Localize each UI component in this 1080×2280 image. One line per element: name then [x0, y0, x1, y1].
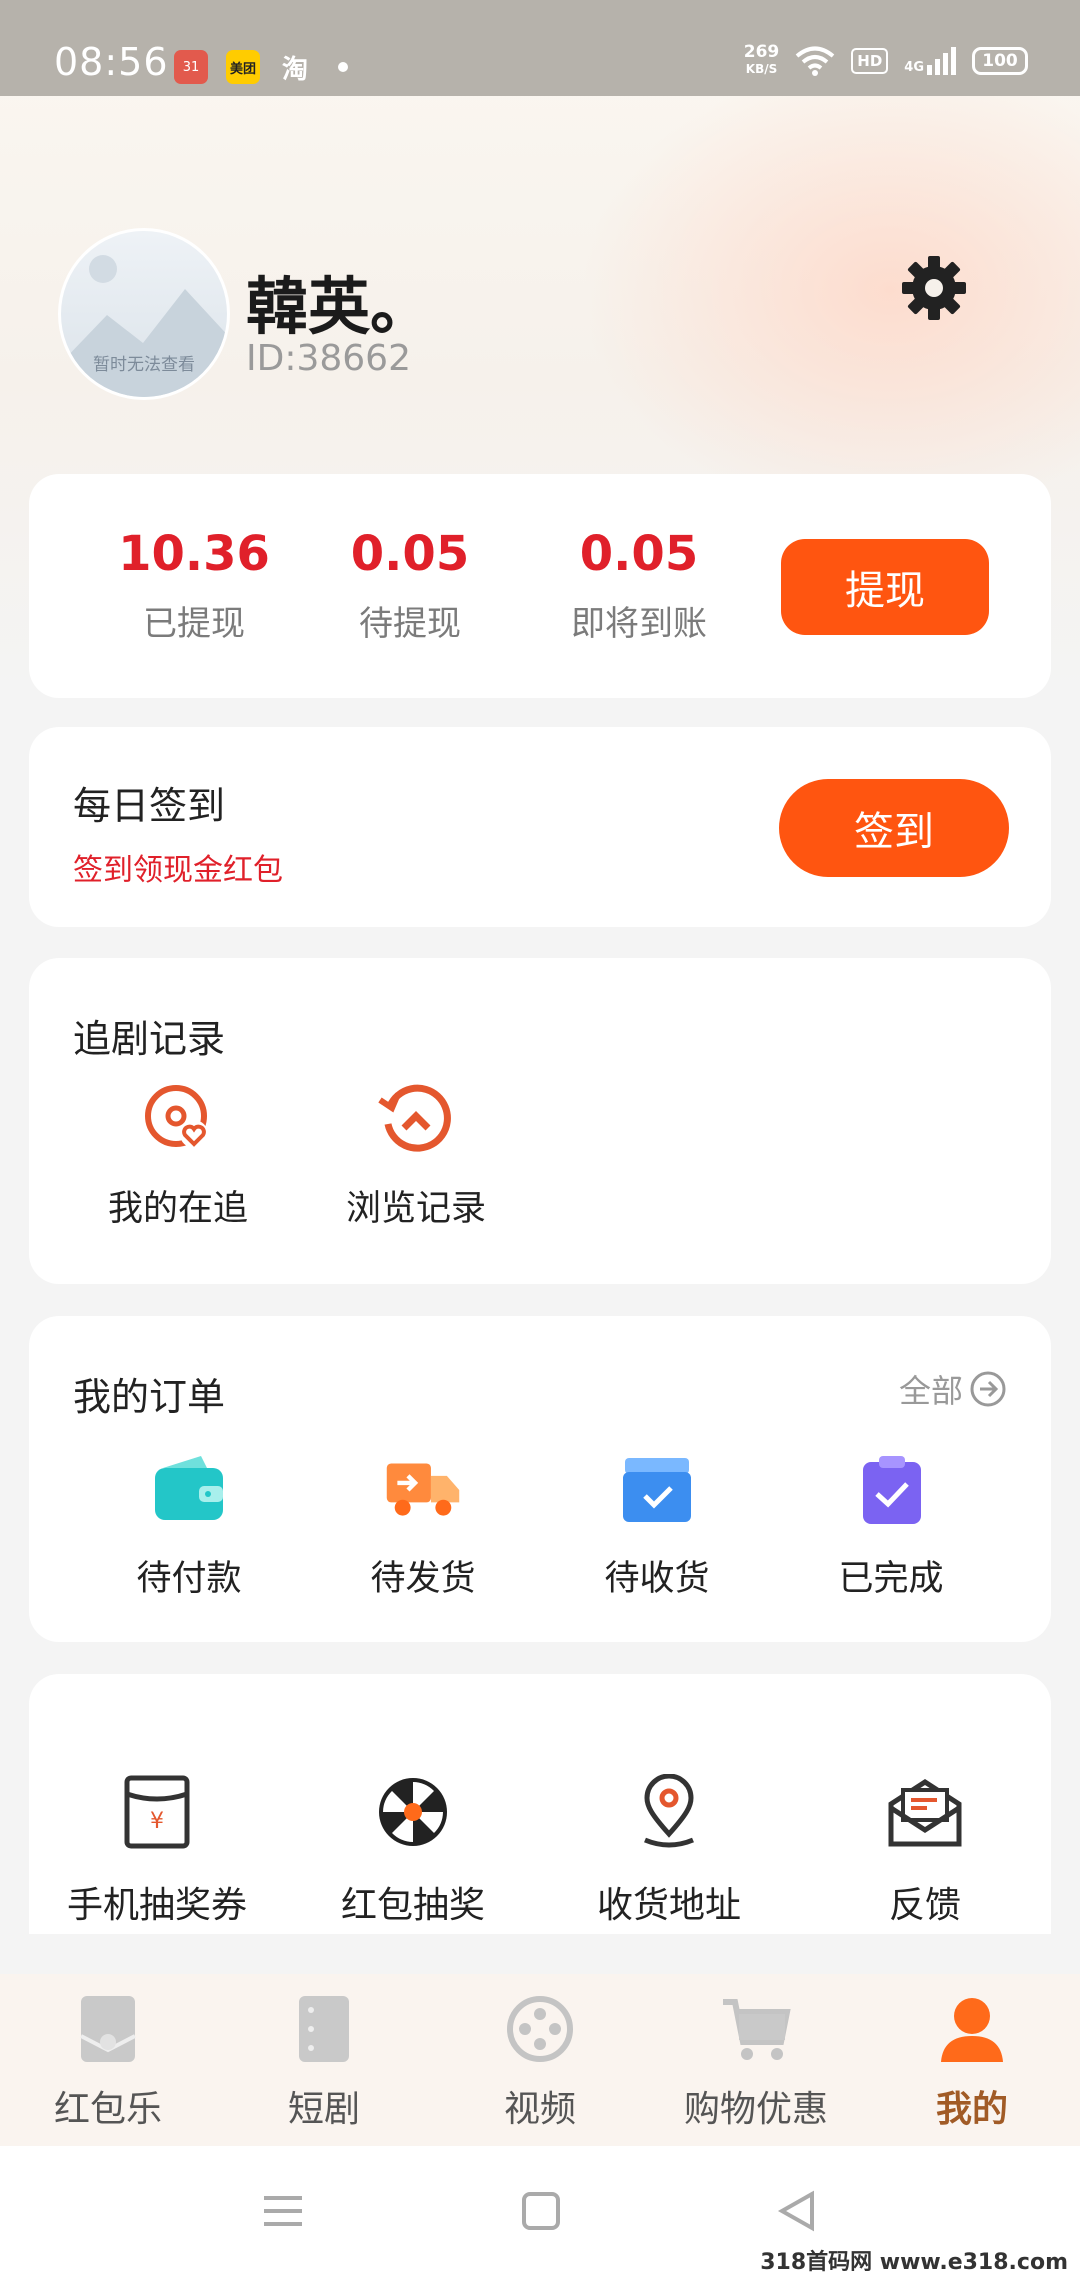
- nav-label: 红包乐: [53, 2089, 162, 2130]
- order-unpaid[interactable]: 待付款: [99, 1454, 279, 1601]
- stat-pending[interactable]: 0.05 待提现: [295, 526, 525, 645]
- stat-value: 10.36: [118, 526, 270, 582]
- stat-value: 0.05: [350, 526, 470, 582]
- meituan-icon: 美团: [226, 50, 260, 84]
- wallet-icon: [155, 1456, 223, 1520]
- nav-item-drama[interactable]: 短剧: [216, 1974, 432, 2146]
- withdraw-button[interactable]: 提现: [781, 539, 989, 635]
- signal-icon: 4G: [904, 47, 956, 75]
- stat-label: 已提现: [143, 604, 245, 644]
- signin-title: 每日签到: [73, 784, 226, 828]
- tools-card: ¥ 手机抽奖券 红包抽奖 收货地址 反馈: [29, 1674, 1051, 1934]
- history-label: 浏览记录: [345, 1189, 486, 1229]
- tool-feedback[interactable]: 反馈: [797, 1774, 1053, 1928]
- clipboard-check-icon: [863, 1456, 921, 1524]
- stat-label: 待提现: [359, 604, 461, 644]
- following-label: 我的在追: [107, 1189, 248, 1229]
- order-label: 待发货: [370, 1559, 476, 1599]
- location-icon: [644, 1773, 694, 1848]
- svg-text:¥: ¥: [150, 1809, 164, 1834]
- hd-icon: HD: [851, 48, 889, 74]
- net-speed: 269 KB/S: [743, 42, 780, 77]
- following-item[interactable]: 我的在追: [73, 1078, 283, 1231]
- history-item[interactable]: 浏览记录: [311, 1078, 521, 1231]
- avatar[interactable]: 暂时无法查看: [58, 228, 230, 400]
- truck-icon: [386, 1463, 460, 1516]
- gear-icon[interactable]: [898, 252, 970, 324]
- status-bar: 08:56 31 美团 淘 269 KB/S HD 4G 100: [0, 0, 1080, 96]
- bottom-nav: 红包乐 短剧 视频 购物优惠 我的: [0, 1974, 1080, 2146]
- nav-item-shopping[interactable]: 购物优惠: [648, 1974, 864, 2146]
- watermark: 318首码网 www.e318.com: [760, 2250, 1068, 2275]
- order-to-ship[interactable]: 待发货: [333, 1454, 513, 1601]
- battery-icon: 100: [972, 47, 1028, 75]
- orders-card: 我的订单 全部 待付款 待发货 待收货 已完成: [29, 1316, 1051, 1642]
- tool-lottery-ticket[interactable]: ¥ 手机抽奖券: [29, 1774, 285, 1928]
- nav-label: 视频: [503, 2089, 576, 2130]
- stat-value: 0.05: [579, 526, 699, 582]
- envelope-icon: [80, 1996, 136, 2062]
- video-icon: [507, 1996, 573, 2062]
- tool-label: 手机抽奖券: [66, 1885, 247, 1926]
- back-icon[interactable]: [772, 2186, 822, 2236]
- stat-label: 即将到账: [571, 604, 707, 644]
- signin-subtitle: 签到领现金红包: [73, 853, 283, 888]
- order-label: 待付款: [136, 1559, 242, 1599]
- ticket-icon: ¥: [124, 1775, 190, 1849]
- drama-record-card: 追剧记录 我的在追 浏览记录: [29, 958, 1051, 1284]
- menu-icon[interactable]: [258, 2186, 308, 2236]
- status-time: 08:56: [54, 40, 169, 84]
- arrow-right-circle-icon: [970, 1371, 1006, 1407]
- box-icon: [623, 1458, 691, 1522]
- tool-label: 红包抽奖: [340, 1885, 485, 1926]
- wifi-icon: [795, 46, 835, 76]
- drama-icon: [299, 1996, 349, 2062]
- nav-item-hongbaole[interactable]: 红包乐: [0, 1974, 216, 2146]
- home-icon[interactable]: [516, 2186, 566, 2236]
- taobao-icon: 淘: [281, 54, 308, 85]
- nav-item-video[interactable]: 视频: [432, 1974, 648, 2146]
- wheel-icon: [379, 1778, 447, 1846]
- history-icon: [378, 1084, 451, 1152]
- order-completed[interactable]: 已完成: [801, 1454, 981, 1601]
- status-indicators: 269 KB/S HD 4G 100: [744, 44, 1028, 78]
- wallet-card: 10.36 已提现 0.05 待提现 0.05 即将到账 提现: [29, 474, 1051, 698]
- tool-label: 收货地址: [596, 1885, 741, 1926]
- system-nav-bar: 318首码网 www.e318.com: [0, 2146, 1080, 2280]
- username: 韓英。: [246, 270, 433, 343]
- avatar-caption: 暂时无法查看: [93, 355, 195, 375]
- section-title: 追剧记录: [73, 1017, 226, 1061]
- nav-item-mine[interactable]: 我的: [864, 1974, 1080, 2146]
- tool-label: 反馈: [888, 1885, 961, 1926]
- nav-label: 短剧: [287, 2089, 360, 2130]
- cart-icon: [723, 1999, 791, 2060]
- order-to-receive[interactable]: 待收货: [567, 1454, 747, 1601]
- tool-red-packet-lottery[interactable]: 红包抽奖: [285, 1774, 541, 1928]
- following-icon: [145, 1085, 208, 1148]
- user-icon: [941, 1998, 1003, 2062]
- nav-label: 购物优惠: [683, 2089, 828, 2130]
- order-label: 已完成: [838, 1559, 944, 1599]
- daily-signin-card: 每日签到 签到领现金红包 签到: [29, 727, 1051, 927]
- signin-button[interactable]: 签到: [779, 779, 1009, 877]
- tool-shipping-address[interactable]: 收货地址: [541, 1773, 797, 1928]
- calendar-icon: 31: [174, 50, 208, 84]
- section-title: 我的订单: [73, 1375, 226, 1419]
- stat-withdrawn[interactable]: 10.36 已提现: [79, 526, 309, 645]
- notification-dot-icon: [338, 62, 348, 72]
- order-label: 待收货: [604, 1559, 710, 1599]
- user-id: ID:38662: [246, 338, 411, 379]
- stat-incoming[interactable]: 0.05 即将到账: [519, 526, 759, 645]
- profile-page: 08:56 31 美团 淘 269 KB/S HD 4G 100 暂时无法查看 …: [0, 0, 1080, 2280]
- status-app-icons: 31 美团 淘: [174, 50, 348, 85]
- all-orders-link[interactable]: 全部: [899, 1366, 1007, 1412]
- mail-icon: [888, 1779, 962, 1847]
- nav-label: 我的: [935, 2089, 1008, 2130]
